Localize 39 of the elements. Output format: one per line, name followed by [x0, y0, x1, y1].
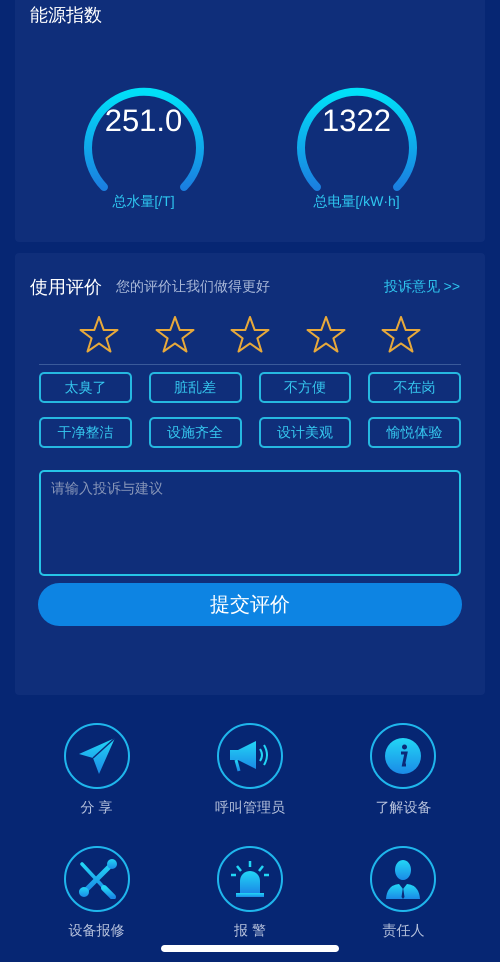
action-button[interactable]: 呼叫管理员 [173, 723, 327, 818]
gauge-label: 总水量[/T] [112, 192, 175, 211]
action-label: 报 警 [234, 921, 266, 940]
tag-button[interactable]: 太臭了 [39, 372, 132, 403]
tag-button[interactable]: 愉悦体验 [368, 417, 461, 448]
tag-button[interactable]: 不方便 [258, 372, 352, 403]
submit-button[interactable]: 提交评价 [38, 583, 462, 626]
tag-button[interactable]: 设施齐全 [148, 417, 242, 448]
action-label: 责任人 [382, 921, 424, 940]
star-icon[interactable] [154, 315, 194, 353]
tag-button[interactable]: 设计美观 [258, 417, 352, 448]
star-icon[interactable] [230, 315, 270, 353]
action-button[interactable]: 分 享 [20, 723, 174, 818]
action-label: 呼叫管理员 [214, 798, 285, 817]
action-label: 分 享 [80, 798, 113, 817]
info-icon [384, 737, 422, 775]
action-button[interactable]: 了解设备 [326, 723, 480, 818]
tag-button[interactable]: 不在岗 [368, 372, 461, 403]
star-icon[interactable] [306, 315, 346, 353]
section-title: 能源指数 [30, 4, 102, 27]
subtitle: 您的评价让我们做得更好 [116, 277, 270, 296]
complaint-input[interactable]: 请输入投诉与建议 [39, 470, 461, 576]
siren-icon [230, 859, 270, 899]
gauge-value: 251.0 [104, 105, 182, 136]
tag-button[interactable]: 干净整洁 [39, 417, 132, 448]
action-label: 了解设备 [375, 798, 432, 817]
section-title: 使用评价 [30, 276, 102, 299]
wrench-screwdriver-icon [76, 859, 117, 899]
action-label: 设备报修 [68, 921, 125, 940]
paper-plane-icon [76, 736, 117, 776]
gauge-label: 总电量[/kW·h] [313, 192, 400, 211]
star-icon[interactable] [381, 315, 421, 353]
action-button[interactable]: 报 警 [173, 846, 327, 941]
star-icon[interactable] [79, 315, 119, 353]
tag-button[interactable]: 脏乱差 [148, 372, 242, 403]
action-button[interactable]: 责任人 [326, 846, 480, 941]
gauge-value: 1322 [322, 105, 391, 136]
complaint-link[interactable]: 投诉意见 >> [384, 276, 460, 297]
action-button[interactable]: 设备报修 [20, 846, 174, 941]
